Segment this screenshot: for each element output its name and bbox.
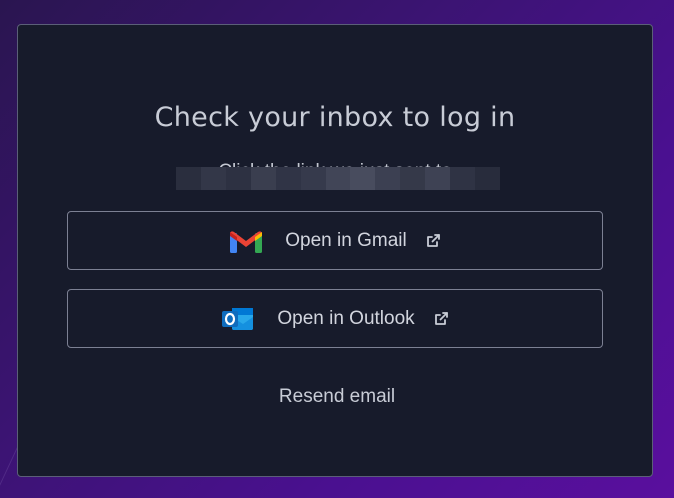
outlook-label: Open in Outlook	[277, 307, 415, 329]
gmail-label: Open in Gmail	[285, 229, 407, 251]
open-gmail-button[interactable]: Open in Gmail	[67, 211, 603, 270]
external-link-icon	[433, 311, 449, 327]
page-title: Check your inbox to log in	[154, 102, 516, 133]
external-link-icon	[425, 233, 441, 249]
open-outlook-button[interactable]: Open in Outlook	[67, 289, 603, 348]
resend-email-link[interactable]: Resend email	[0, 386, 674, 408]
outlook-icon	[221, 306, 255, 332]
redacted-email	[176, 167, 500, 190]
gmail-icon	[229, 228, 263, 254]
